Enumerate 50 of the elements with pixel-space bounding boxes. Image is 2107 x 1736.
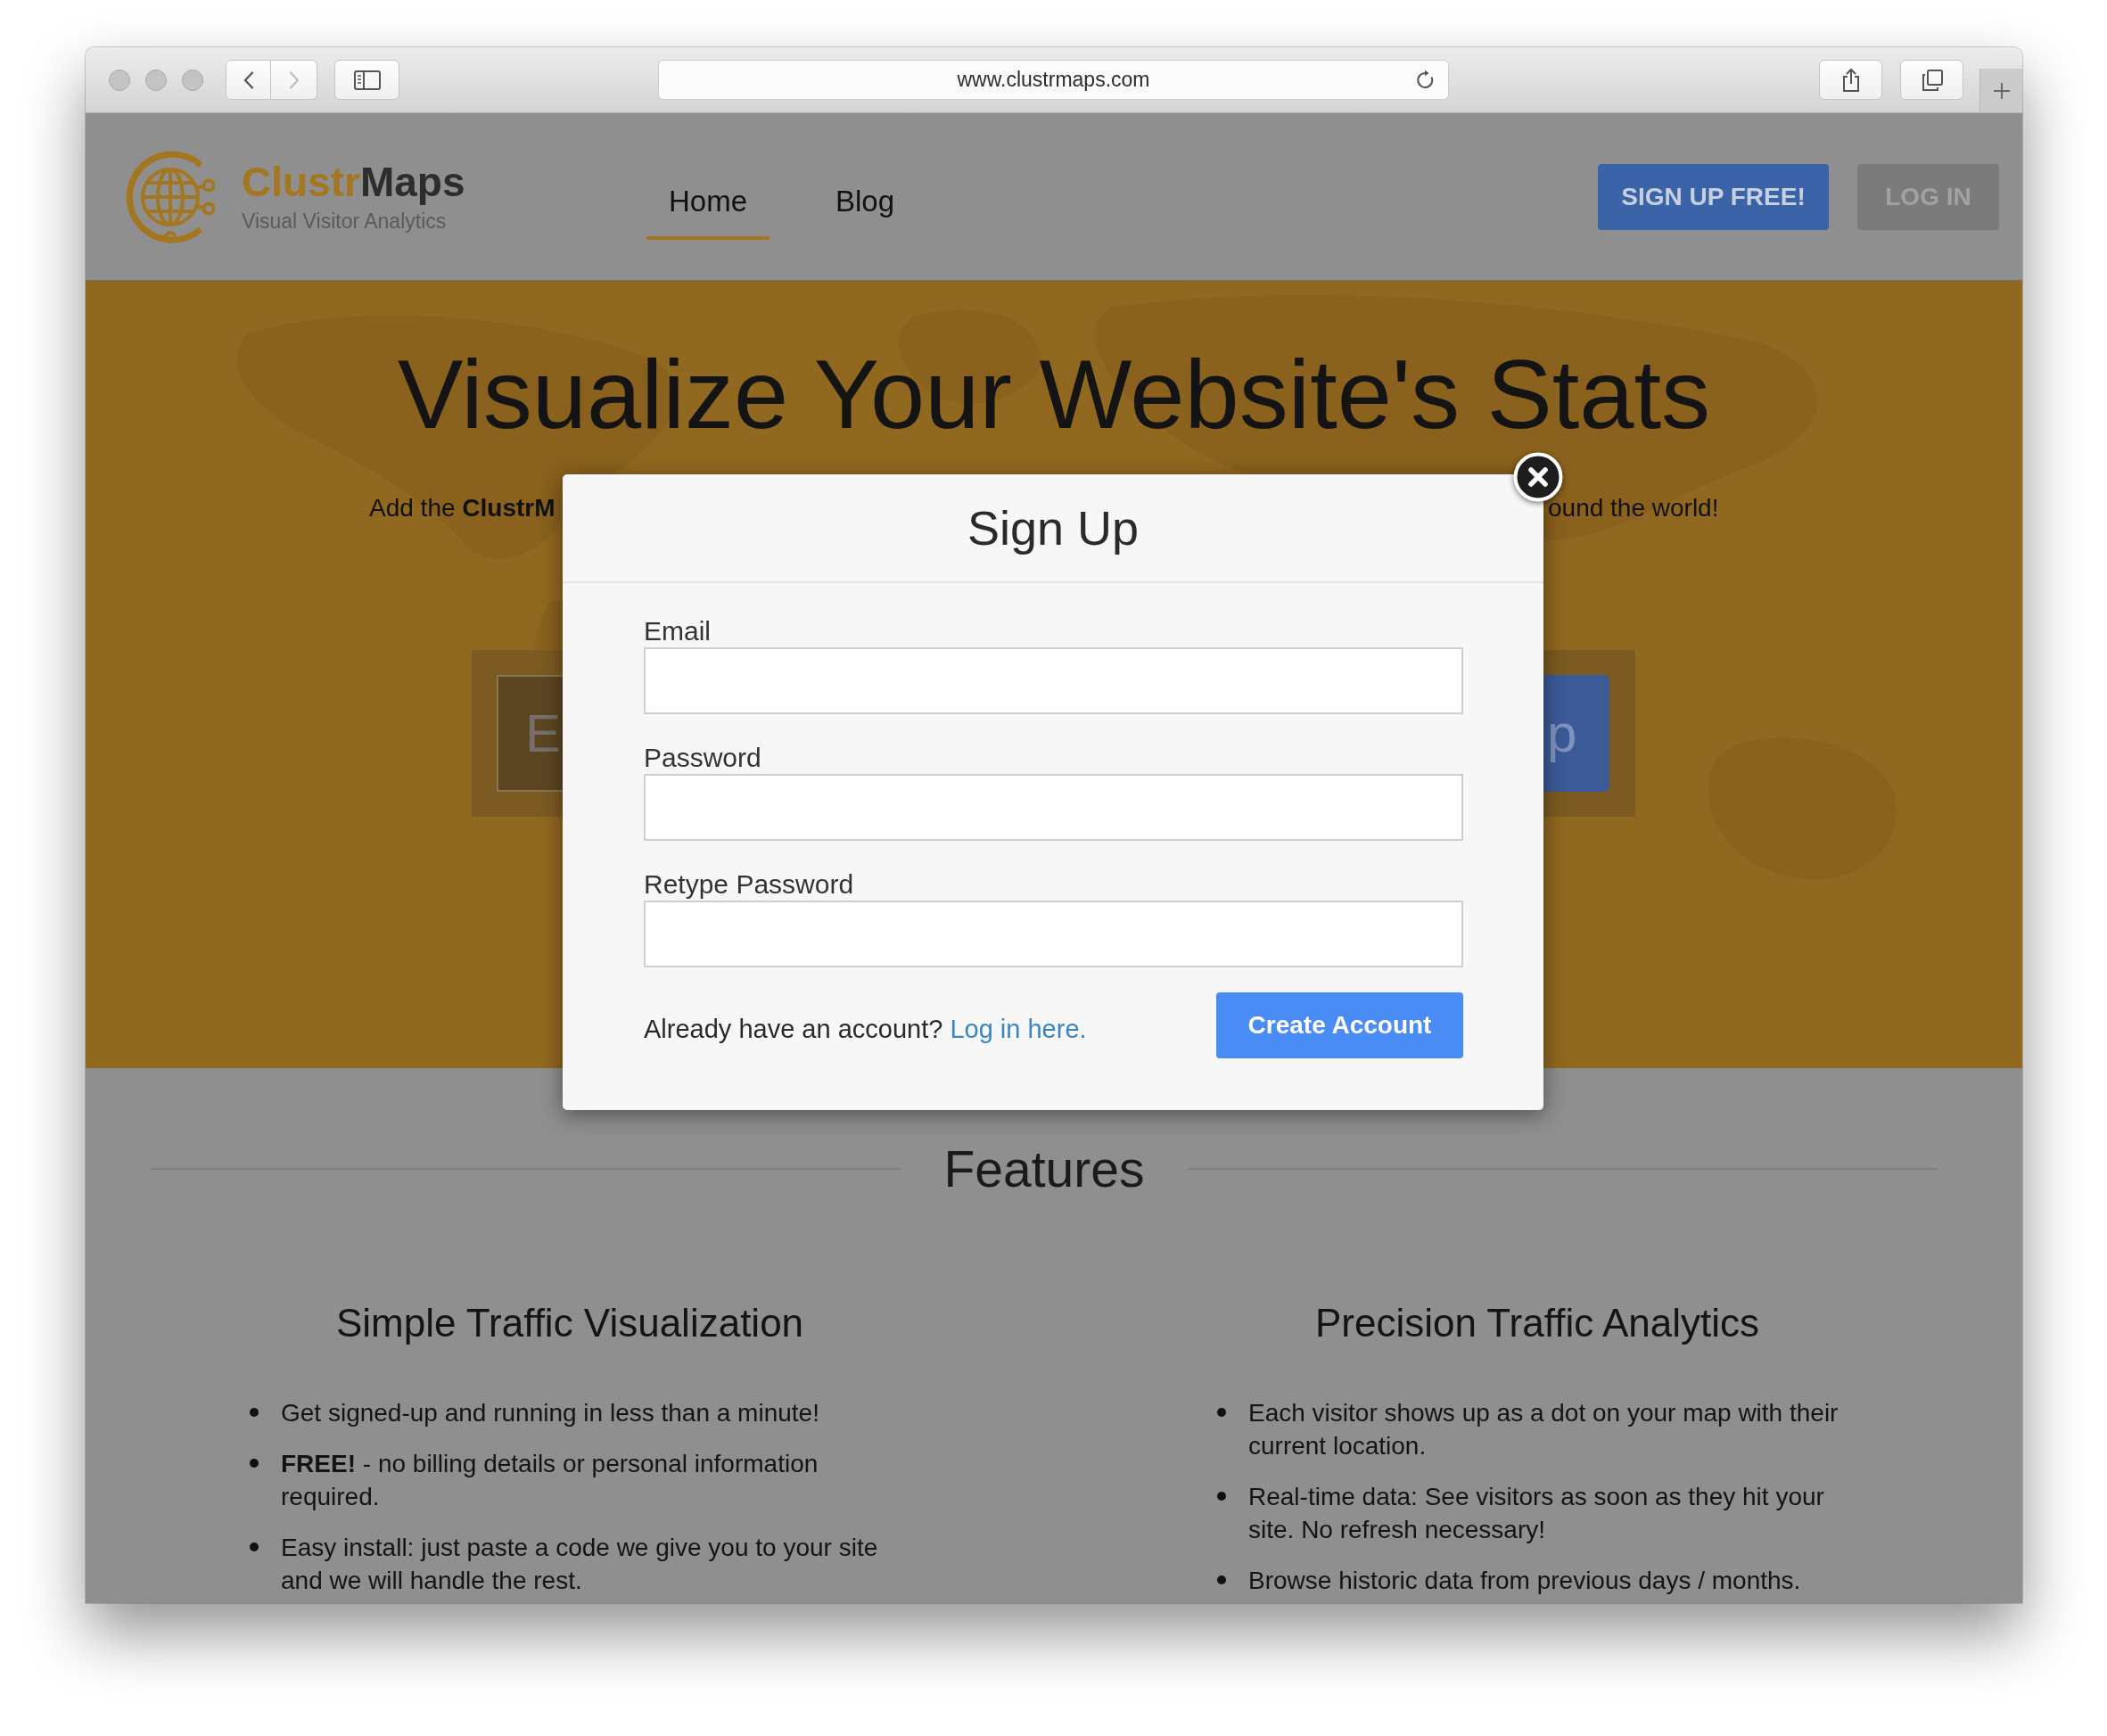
tabs-button[interactable] bbox=[1900, 60, 1963, 100]
input-field[interactable] bbox=[644, 647, 1463, 714]
feature-text: Each visitor shows up as a dot on your map with their current location. bbox=[1248, 1398, 1840, 1461]
bullet-icon bbox=[250, 1408, 259, 1417]
column-heading: Simple Traffic Visualization bbox=[334, 1300, 805, 1346]
feature-text: Real-time data: See visitors as soon as they hit your site. No refresh necessary! bbox=[1248, 1482, 1825, 1545]
account-prompt: Already have an account? Log in here. bbox=[644, 1014, 1087, 1045]
window-control-icon[interactable] bbox=[182, 69, 203, 91]
email-field[interactable]: E bbox=[497, 675, 563, 792]
share-icon bbox=[1841, 67, 1860, 93]
dialog-title: Sign Up bbox=[967, 500, 1140, 556]
feature-text: Browse historic data from previous days / months. bbox=[1248, 1566, 1801, 1596]
brand-name[interactable]: ClustrMaps bbox=[242, 160, 465, 204]
back-button[interactable] bbox=[226, 60, 271, 100]
input-field[interactable] bbox=[644, 901, 1463, 967]
chevron-right-icon bbox=[288, 70, 300, 89]
window-control-icon[interactable] bbox=[109, 69, 130, 91]
feature-text: FREE! - no billing details or personal information required. bbox=[281, 1449, 819, 1512]
share-button[interactable] bbox=[1819, 60, 1882, 100]
reload-icon[interactable] bbox=[1416, 70, 1436, 91]
tabs-icon bbox=[1921, 69, 1943, 91]
hero-title: Visualize Your Website's Stats bbox=[396, 338, 1712, 450]
nav-link[interactable]: Blog bbox=[813, 165, 918, 240]
nav-link[interactable]: Home bbox=[646, 165, 770, 240]
bullet-icon bbox=[1217, 1492, 1226, 1501]
hero-subtitle: ound the world! bbox=[1548, 493, 1719, 523]
sidebar-icon bbox=[353, 70, 381, 90]
field-label: Password bbox=[644, 742, 761, 774]
sidebar-button[interactable] bbox=[334, 60, 399, 100]
field-label: Retype Password bbox=[644, 868, 854, 901]
bullet-icon bbox=[250, 1543, 259, 1551]
sign-up-button[interactable]: SIGN UP FREE! bbox=[1598, 163, 1829, 230]
create-account-button[interactable]: Create Account bbox=[1216, 992, 1463, 1058]
feature-text: Get signed-up and running in less than a minute! bbox=[281, 1398, 819, 1428]
section-title: Features bbox=[943, 1142, 1145, 1196]
column-heading: Precision Traffic Analytics bbox=[1313, 1300, 1761, 1346]
bullet-icon bbox=[1217, 1408, 1226, 1417]
bullet-icon bbox=[1217, 1576, 1226, 1584]
log-in-link[interactable]: Log in here. bbox=[950, 1015, 1087, 1043]
sign-up-button[interactable]: p bbox=[1543, 675, 1609, 792]
plus-icon bbox=[1992, 81, 2011, 100]
chevron-left-icon bbox=[243, 70, 254, 89]
field-label: Email bbox=[644, 615, 711, 647]
address-field[interactable]: www.clustrmaps.com bbox=[658, 60, 1449, 100]
hero-subtitle: Add the ClustrM bbox=[369, 493, 556, 523]
bullet-icon bbox=[250, 1459, 259, 1468]
input-field[interactable] bbox=[644, 774, 1463, 841]
window-control-icon[interactable] bbox=[145, 69, 167, 91]
new-tab-button[interactable] bbox=[1979, 69, 2022, 112]
feature-text: Easy install: just paste a code we give you to your site and we will handle the rest. bbox=[281, 1533, 879, 1596]
